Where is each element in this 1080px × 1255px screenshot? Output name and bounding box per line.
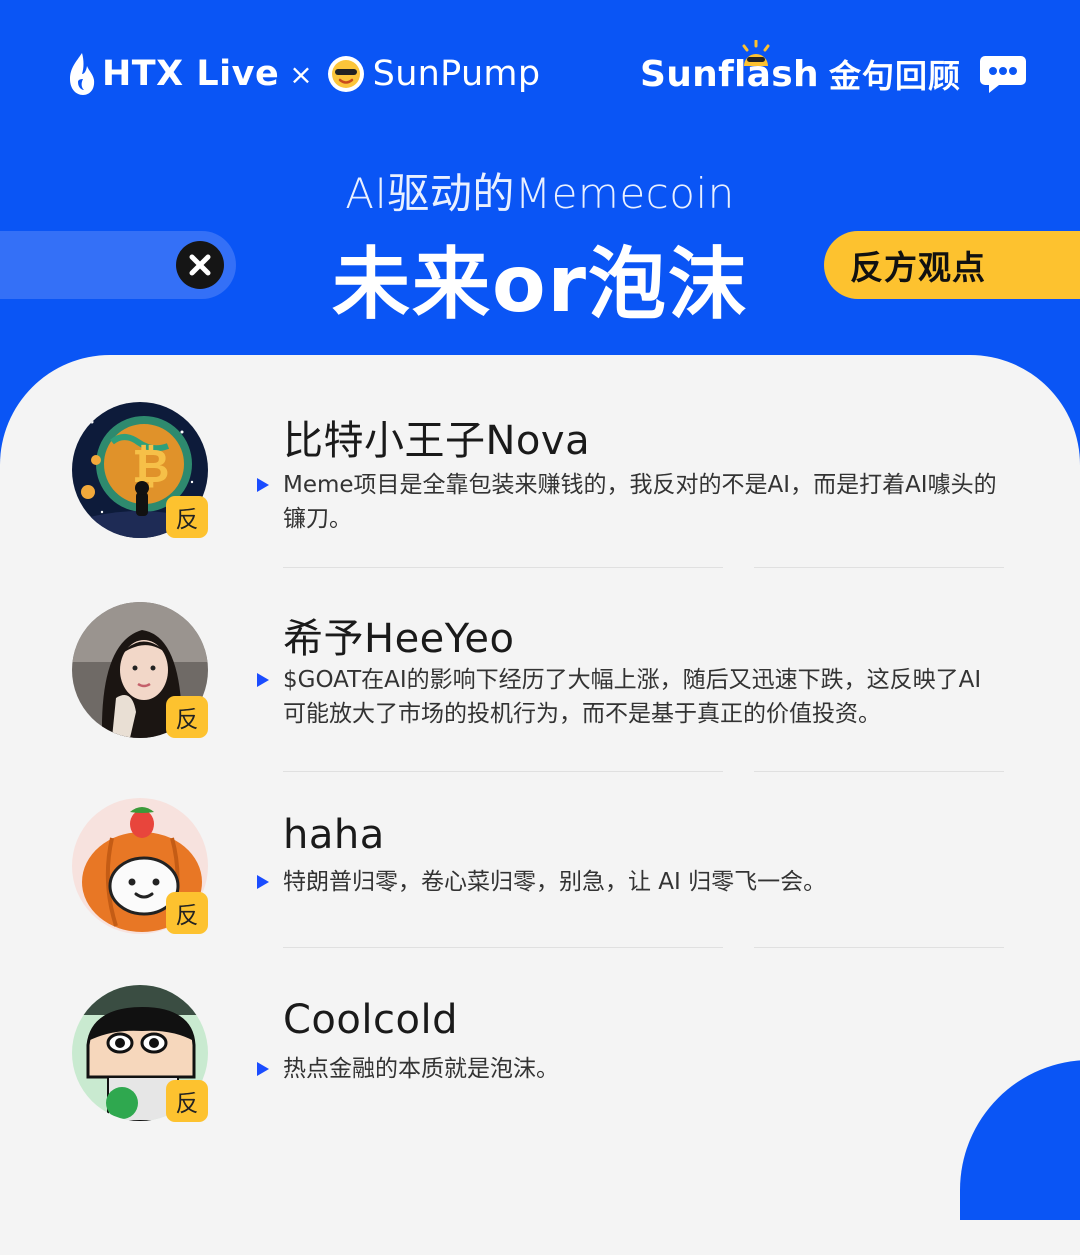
sunflash-logo-text: Sunflash: [640, 39, 819, 95]
page-subtitle: AI驱动的Memecoin: [345, 169, 735, 218]
bullet-arrow-icon: [257, 673, 269, 687]
divider: [283, 771, 723, 772]
divider: [754, 947, 1004, 948]
opposition-tag: 反: [166, 1080, 208, 1122]
sunflash-header: Sunflash 金句回顾: [640, 39, 1027, 106]
divider: [754, 567, 1004, 568]
speaker-quote: 特朗普归零，卷心菜归零，别急，让 AI 归零飞一会。: [283, 869, 827, 895]
chat-bubble-icon: [979, 56, 1026, 93]
opposing-view-label: 反方观点: [824, 231, 1080, 299]
sunpump-logo-text: SunPump: [372, 54, 541, 94]
speaker-quote: Meme项目是全靠包装来赚钱的，我反对的不是AI，而是打着AI噱头的镰刀。: [283, 472, 997, 532]
htx-flame-icon: [70, 53, 95, 95]
sun-with-sunglasses-icon: [742, 39, 770, 66]
speaker-name: Coolcold: [283, 997, 458, 1043]
speaker-name: 希予HeeYeo: [283, 616, 515, 662]
close-icon: [176, 241, 224, 289]
speaker-name: 比特小王子Nova: [283, 418, 591, 464]
bullet-arrow-icon: [257, 1062, 269, 1076]
htx-live-logo-text: HTX Live: [102, 54, 280, 94]
speaker-quote: $GOAT在AI的影响下经历了大幅上涨，随后又迅速下跌，这反映了AI可能放大了市…: [283, 667, 982, 727]
sunpump-sun-icon: [327, 56, 364, 92]
divider: [283, 947, 723, 948]
bullet-arrow-icon: [257, 478, 269, 492]
speaker-quote: 热点金融的本质就是泡沫。: [283, 1056, 559, 1082]
co-brand-logos: HTX Live × SunPump: [68, 42, 540, 106]
opposition-tag: 反: [166, 892, 208, 934]
times-sign: ×: [289, 57, 313, 91]
speaker-name: haha: [283, 812, 385, 858]
divider: [283, 567, 723, 568]
divider: [754, 771, 1004, 772]
opposition-tag: 反: [166, 496, 208, 538]
opposition-tag: 反: [166, 696, 208, 738]
x-mark-icon: [189, 254, 211, 276]
sunflash-tagline: 金句回顾: [828, 57, 961, 95]
sunflash-word: Sunflash: [640, 53, 819, 95]
bullet-arrow-icon: [257, 875, 269, 889]
